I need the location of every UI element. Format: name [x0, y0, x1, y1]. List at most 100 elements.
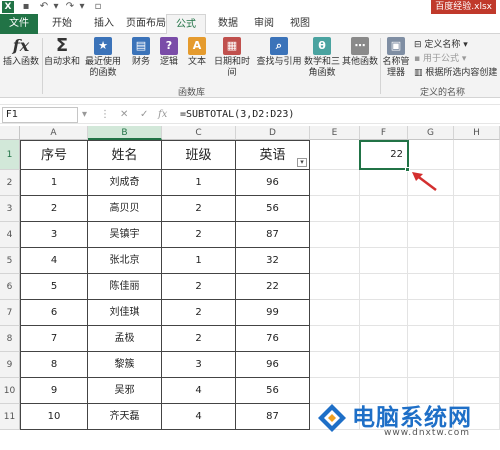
autosum-button[interactable]: Σ 自动求和	[44, 37, 80, 68]
grid-cell[interactable]	[408, 326, 454, 352]
column-header-e[interactable]: E	[310, 126, 360, 140]
more-functions-button[interactable]: ⋯ 其他函数	[342, 37, 378, 68]
column-header-b[interactable]: B	[88, 126, 162, 140]
table-cell[interactable]: 张北京	[88, 248, 162, 274]
financial-button[interactable]: ▤ 财务	[128, 37, 154, 68]
table-cell[interactable]: 87	[236, 404, 310, 430]
grid-cell[interactable]	[360, 326, 408, 352]
insert-function-button[interactable]: fx 插入函数	[2, 37, 40, 68]
table-cell[interactable]: 1	[162, 248, 236, 274]
table-cell[interactable]: 3	[162, 352, 236, 378]
table-cell[interactable]: 2	[162, 274, 236, 300]
chevron-down-icon[interactable]: ▾	[52, 1, 60, 13]
tab-formulas[interactable]: 公式	[166, 14, 206, 35]
recent-functions-button[interactable]: ★ 最近使用的函数	[82, 37, 124, 79]
table-cell[interactable]: 76	[236, 326, 310, 352]
table-cell[interactable]: 1	[162, 170, 236, 196]
grid-cell[interactable]	[310, 274, 360, 300]
row-header-5[interactable]: 5	[0, 248, 20, 274]
table-cell[interactable]: 5	[20, 274, 88, 300]
tab-review[interactable]: 审阅	[244, 14, 284, 34]
grid-cell[interactable]	[310, 170, 360, 196]
column-header-f[interactable]: F	[360, 126, 408, 140]
row-header-1[interactable]: 1	[0, 140, 20, 170]
grid-cell[interactable]	[454, 140, 500, 170]
name-manager-button[interactable]: ▣ 名称管理器	[382, 37, 410, 79]
table-cell[interactable]: 6	[20, 300, 88, 326]
grid-cell[interactable]	[408, 196, 454, 222]
table-cell[interactable]: 3	[20, 222, 88, 248]
table-cell[interactable]: 1	[20, 170, 88, 196]
row-header-2[interactable]: 2	[0, 170, 20, 196]
table-cell[interactable]: 2	[162, 300, 236, 326]
date-time-button[interactable]: ▦ 日期和时间	[210, 37, 254, 79]
name-box-dropdown-icon[interactable]: ▾	[82, 108, 87, 122]
lookup-reference-button[interactable]: ⌕ 查找与引用	[256, 37, 302, 68]
grid-cell[interactable]	[408, 300, 454, 326]
column-header-h[interactable]: H	[454, 126, 500, 140]
row-header-3[interactable]: 3	[0, 196, 20, 222]
print-preview-icon[interactable]: ▫	[92, 1, 104, 13]
table-cell[interactable]: 齐天磊	[88, 404, 162, 430]
text-button[interactable]: A 文本	[184, 37, 210, 68]
row-header-4[interactable]: 4	[0, 222, 20, 248]
column-header-d[interactable]: D	[236, 126, 310, 140]
row-header-10[interactable]: 10	[0, 378, 20, 404]
header-class[interactable]: 班级	[162, 140, 236, 170]
grid-cell[interactable]	[454, 352, 500, 378]
grid-cell[interactable]	[360, 274, 408, 300]
logical-button[interactable]: ? 逻辑	[156, 37, 182, 68]
tab-insert[interactable]: 插入	[84, 14, 124, 34]
grid-cell[interactable]	[360, 170, 408, 196]
table-cell[interactable]: 96	[236, 352, 310, 378]
table-cell[interactable]: 10	[20, 404, 88, 430]
tab-view[interactable]: 视图	[280, 14, 320, 34]
table-cell[interactable]: 7	[20, 326, 88, 352]
math-trig-button[interactable]: θ 数学和三角函数	[304, 37, 340, 79]
table-cell[interactable]: 22	[236, 274, 310, 300]
table-cell[interactable]: 吴镇宇	[88, 222, 162, 248]
redo-icon[interactable]: ↷	[64, 1, 76, 13]
table-cell[interactable]: 4	[162, 378, 236, 404]
header-name[interactable]: 姓名	[88, 140, 162, 170]
grid-cell[interactable]	[454, 300, 500, 326]
column-header-c[interactable]: C	[162, 126, 236, 140]
table-cell[interactable]: 4	[20, 248, 88, 274]
table-cell[interactable]: 2	[162, 326, 236, 352]
table-cell[interactable]: 56	[236, 378, 310, 404]
grid-cell[interactable]	[310, 140, 360, 170]
create-from-selection-button[interactable]: ▥ 根据所选内容创建	[414, 68, 497, 79]
row-header-6[interactable]: 6	[0, 274, 20, 300]
grid-cell[interactable]	[454, 222, 500, 248]
enter-icon[interactable]: ✓	[140, 108, 148, 122]
cancel-icon[interactable]: ✕	[120, 108, 128, 122]
insert-function-icon[interactable]: fx	[158, 108, 167, 122]
tab-file[interactable]: 文件	[0, 14, 38, 34]
grid-cell[interactable]	[408, 274, 454, 300]
define-name-button[interactable]: ⊟ 定义名称 ▾	[414, 40, 468, 51]
table-cell[interactable]: 99	[236, 300, 310, 326]
grid-cell[interactable]	[310, 222, 360, 248]
table-cell[interactable]: 2	[20, 196, 88, 222]
grid-cell[interactable]	[360, 248, 408, 274]
row-header-7[interactable]: 7	[0, 300, 20, 326]
undo-icon[interactable]: ↶	[38, 1, 50, 13]
save-icon[interactable]: ▪	[20, 1, 32, 13]
table-cell[interactable]: 黎簇	[88, 352, 162, 378]
grid-cell[interactable]	[360, 222, 408, 248]
table-cell[interactable]: 96	[236, 170, 310, 196]
table-cell[interactable]: 刘成奇	[88, 170, 162, 196]
row-header-9[interactable]: 9	[0, 352, 20, 378]
tab-data[interactable]: 数据	[208, 14, 248, 34]
table-cell[interactable]: 2	[162, 196, 236, 222]
grid-cell[interactable]	[310, 248, 360, 274]
grid-cell[interactable]	[310, 300, 360, 326]
table-cell[interactable]: 吴邪	[88, 378, 162, 404]
chevron-down-icon[interactable]: ▾	[78, 1, 86, 13]
grid-cell[interactable]	[360, 300, 408, 326]
grid-cell[interactable]	[454, 196, 500, 222]
table-cell[interactable]: 87	[236, 222, 310, 248]
grid-cell[interactable]	[360, 196, 408, 222]
select-all-corner[interactable]	[0, 126, 20, 140]
table-cell[interactable]: 4	[162, 404, 236, 430]
